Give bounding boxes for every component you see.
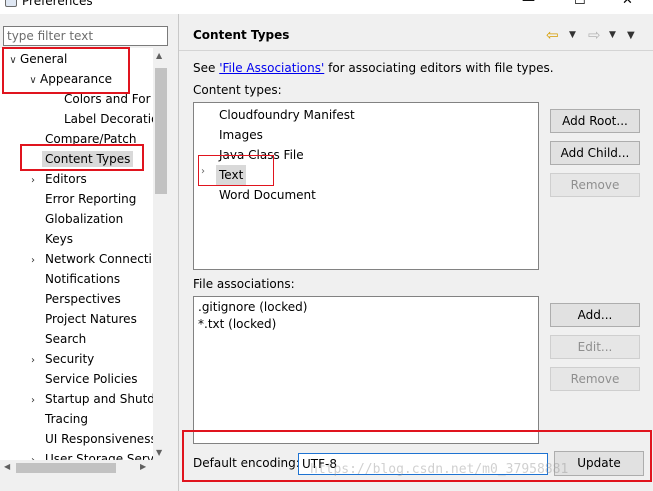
tree-item-content-types[interactable]: Content Types [42,149,134,169]
description-prefix: See [193,61,220,75]
tree-horizontal-scrollbar[interactable]: ◀ ▶ [0,460,153,475]
tree-item-label: Editors [45,172,87,186]
chevron-right-icon[interactable]: › [26,171,40,191]
tree-item-tracing[interactable]: Tracing [45,409,88,429]
view-menu-icon[interactable]: ▼ [627,30,635,41]
tree-item-compare-patch[interactable]: Compare/Patch [45,129,136,149]
tree-item-security[interactable]: › Security [26,349,94,369]
remove-content-type-button[interactable]: Remove [550,173,640,197]
tree-item-label: Search [45,332,87,346]
tree-item-label: Label Decoratio [64,112,153,126]
forward-dropdown-icon[interactable]: ▼ [609,30,616,40]
content-type-item[interactable]: Java Class File [219,145,304,165]
add-association-button[interactable]: Add... [550,303,640,327]
back-arrow-icon[interactable]: ⇦ [546,26,559,44]
content-type-item-selected[interactable]: Text [216,165,247,185]
tree-item-label: Project Natures [45,312,137,326]
content-types-tree[interactable]: Cloudfoundry Manifest Images Java Class … [193,102,539,270]
close-button[interactable]: ✕ [622,0,633,8]
chevron-right-icon[interactable]: › [26,251,40,271]
tree-item-label: Appearance [40,72,113,86]
app-icon [5,0,17,7]
file-association-item[interactable]: *.txt (locked) [198,316,276,333]
tree-item-editors[interactable]: › Editors [26,169,87,189]
scrollbar-thumb[interactable] [155,68,167,194]
chevron-down-icon[interactable]: ∨ [6,51,20,71]
file-associations-label: File associations: [193,277,295,291]
tree-item-startup-and-shutdown[interactable]: › Startup and Shutd [26,389,153,409]
add-child-button[interactable]: Add Child... [550,141,640,165]
tree-item-label: General [20,52,68,66]
tree-item-error-reporting[interactable]: Error Reporting [45,189,136,209]
tree-item-search[interactable]: Search [45,329,86,349]
tree-item-service-policies[interactable]: Service Policies [45,369,138,389]
chevron-right-icon[interactable]: › [201,166,205,177]
scroll-left-icon[interactable]: ◀ [4,462,10,471]
page-description: See 'File Associations' for associating … [193,61,554,75]
tree-item-label: Compare/Patch [45,132,137,146]
chevron-right-icon[interactable]: › [26,351,40,371]
tree-item-label: UI Responsiveness [45,432,153,446]
tree-item-label: Tracing [45,412,89,426]
header-separator [179,50,653,51]
tree-item-globalization[interactable]: Globalization [45,209,123,229]
tree-item-keys[interactable]: Keys [45,229,73,249]
default-encoding-label: Default encoding: [193,456,300,470]
scroll-up-icon[interactable]: ▲ [156,51,162,60]
tree-item-label: User Storage Serv [45,452,153,460]
chevron-right-icon[interactable]: › [26,391,40,411]
tree-item-notifications[interactable]: Notifications [45,269,120,289]
content-type-item[interactable]: Cloudfoundry Manifest [219,105,355,125]
remove-association-button[interactable]: Remove [550,367,640,391]
tree-item-project-natures[interactable]: Project Natures [45,309,137,329]
description-suffix: for associating editors with file types. [324,61,554,75]
title-bar: Preferences — ☐ ✕ [0,0,653,14]
tree-item-label: Colors and For [64,92,151,106]
tree-item-user-storage-service[interactable]: › User Storage Serv [26,449,153,460]
scroll-down-icon[interactable]: ▼ [156,448,162,457]
add-root-button[interactable]: Add Root... [550,109,640,133]
tree-item-label: Perspectives [45,292,121,306]
window-title: Preferences [22,0,93,8]
tree-item-label: Startup and Shutd [45,392,153,406]
tree-item-label: Error Reporting [45,192,137,206]
file-association-item[interactable]: .gitignore (locked) [198,299,307,316]
tree-item-general[interactable]: ∨ General [6,49,67,69]
scrollbar-thumb[interactable] [16,463,116,473]
tree-item-label: Content Types [42,151,134,167]
tree-item-colors-and-fonts[interactable]: Colors and For [64,89,151,109]
tree-vertical-scrollbar[interactable]: ▲ ▼ [153,48,168,460]
edit-association-button[interactable]: Edit... [550,335,640,359]
file-associations-link[interactable]: 'File Associations' [219,61,324,75]
back-dropdown-icon[interactable]: ▼ [569,30,576,40]
chevron-right-icon[interactable]: › [26,451,40,460]
forward-arrow-icon[interactable]: ⇨ [588,26,601,44]
tree-item-label-decorations[interactable]: Label Decoratio [64,109,153,129]
maximize-button[interactable]: ☐ [574,0,586,8]
preferences-tree: ∨ General ∨ Appearance Colors and For Labe… [0,48,153,460]
content-type-item[interactable]: Word Document [219,185,316,205]
tree-item-appearance[interactable]: ∨ Appearance [26,69,112,89]
tree-item-label: Keys [45,232,74,246]
file-associations-list[interactable]: .gitignore (locked) *.txt (locked) [193,296,539,444]
scroll-right-icon[interactable]: ▶ [140,462,146,471]
tree-item-label: Network Connecti [45,252,152,266]
minimize-button[interactable]: — [522,0,535,8]
page-title: Content Types [193,28,290,42]
tree-item-network-connections[interactable]: › Network Connecti [26,249,152,269]
default-encoding-input[interactable] [298,453,548,475]
chevron-down-icon[interactable]: ∨ [26,71,40,91]
tree-item-label: Service Policies [45,372,138,386]
tree-item-perspectives[interactable]: Perspectives [45,289,121,309]
content-type-item[interactable]: Images [219,125,263,145]
content-types-label: Content types: [193,83,282,97]
tree-item-label: Globalization [45,212,124,226]
tree-item-label: Security [45,352,95,366]
tree-item-label: Notifications [45,272,121,286]
filter-input[interactable] [3,26,168,46]
update-button[interactable]: Update [554,451,644,476]
tree-item-ui-responsiveness[interactable]: UI Responsiveness [45,429,153,449]
